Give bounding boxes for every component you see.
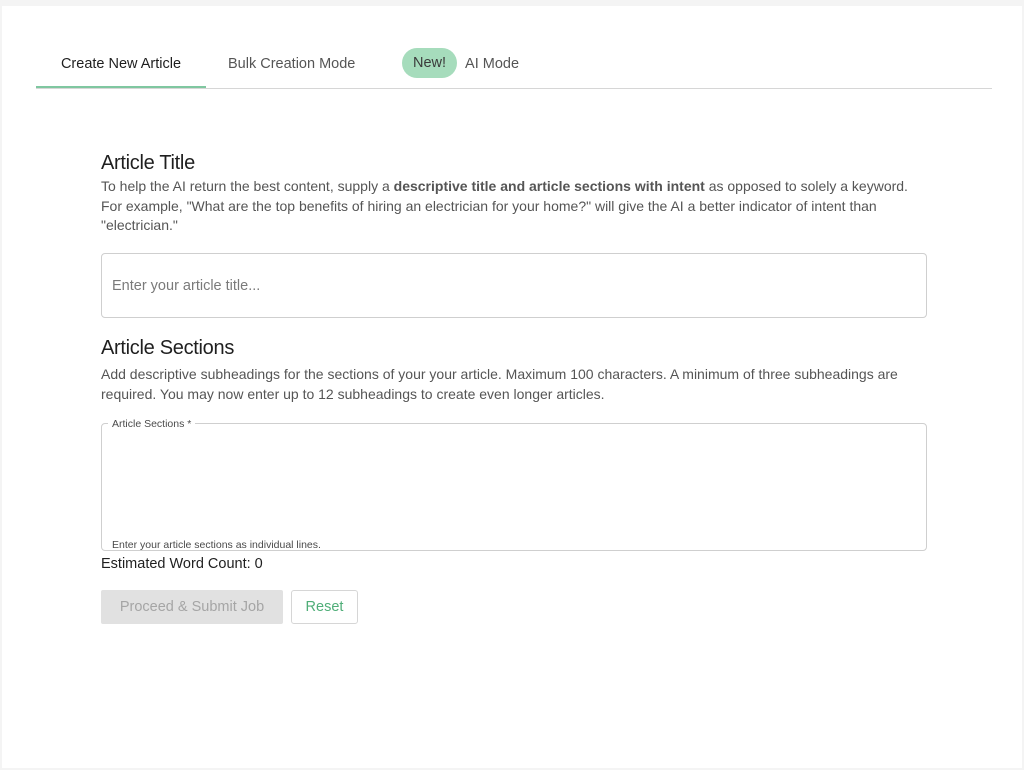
tab-create-label: Create New Article — [60, 56, 182, 72]
tab-create-new-article[interactable]: Create New Article — [36, 44, 206, 88]
article-sections-heading: Article Sections — [101, 337, 235, 359]
article-sections-helper-text: Enter your article sections as individua… — [112, 539, 321, 551]
title-desc-text-1: To help the AI return the best content, … — [101, 178, 394, 194]
estimated-word-count: Estimated Word Count: 0 — [101, 556, 263, 572]
article-title-input[interactable] — [101, 253, 927, 318]
title-desc-bold: descriptive title and article sections w… — [393, 178, 705, 194]
reset-button[interactable]: Reset — [291, 590, 358, 624]
tab-bulk-creation-mode[interactable]: Bulk Creation Mode — [228, 44, 355, 88]
tab-bulk-label: Bulk Creation Mode — [228, 56, 356, 72]
new-badge: New! — [402, 47, 458, 78]
article-sections-field: Article Sections * Enter your article se… — [101, 418, 927, 551]
mode-tabs: Create New Article Bulk Creation Mode Ne… — [36, 44, 992, 89]
article-sections-description: Add descriptive subheadings for the sect… — [101, 366, 898, 402]
page: Create New Article Bulk Creation Mode Ne… — [2, 6, 1022, 768]
article-title-description: To help the AI return the best content, … — [101, 177, 927, 236]
article-sections-textarea[interactable] — [111, 438, 919, 538]
tab-ai-mode[interactable]: New! AI Mode — [402, 44, 519, 88]
tab-ai-label: AI Mode — [465, 56, 520, 72]
proceed-submit-button[interactable]: Proceed & Submit Job — [101, 590, 283, 624]
article-title-heading: Article Title — [101, 152, 195, 174]
article-sections-label: Article Sections * — [108, 418, 196, 430]
